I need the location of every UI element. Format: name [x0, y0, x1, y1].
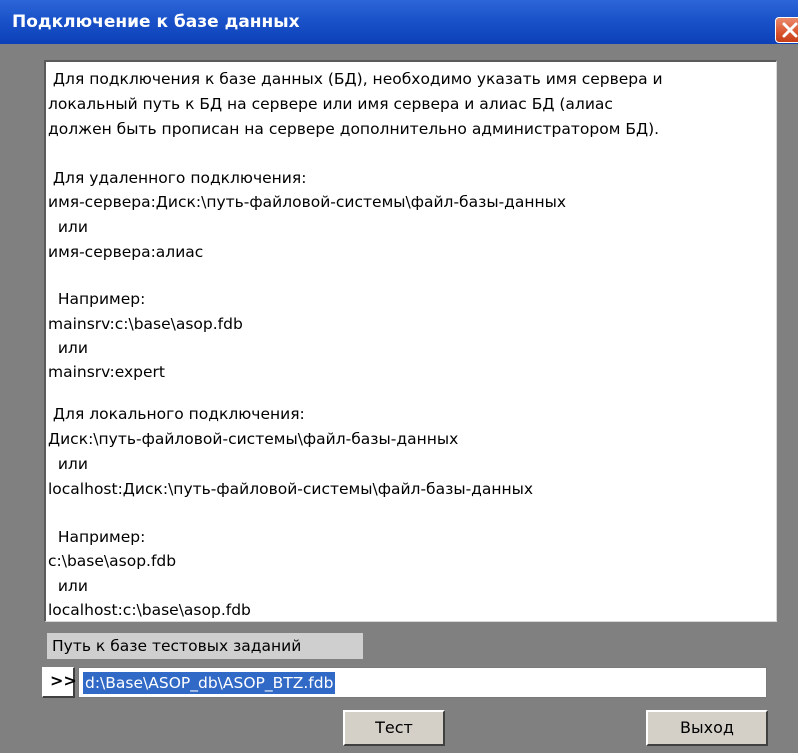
help-line: или — [48, 455, 88, 473]
help-line: mainsrv:c:\base\asop.fdb — [48, 315, 243, 333]
help-line: или — [48, 577, 88, 595]
help-line: Для удаленного подключения: — [48, 169, 307, 187]
help-textbox[interactable]: Для подключения к базе данных (БД), необ… — [44, 60, 777, 622]
help-line: c:\base\asop.fdb — [48, 552, 177, 570]
browse-button[interactable]: >> — [42, 667, 77, 698]
db-connection-dialog: Подключение к базе данных Для подключени… — [0, 0, 798, 753]
db-path-value: d:\Base\ASOP_db\ASOP_BTZ.fdb — [83, 672, 336, 694]
help-line: Например: — [48, 528, 146, 546]
db-path-input[interactable]: d:\Base\ASOP_db\ASOP_BTZ.fdb — [78, 667, 767, 698]
help-line: localhost:c:\base\asop.fdb — [48, 601, 251, 619]
window-title: Подключение к базе данных — [12, 12, 300, 32]
title-bar[interactable]: Подключение к базе данных — [0, 0, 798, 44]
help-line: Например: — [48, 290, 146, 308]
help-line: Для подключения к базе данных (БД), необ… — [48, 70, 663, 88]
help-line: имя-сервера:алиас — [48, 243, 204, 261]
help-line: должен быть прописан на сервере дополнит… — [48, 120, 660, 138]
help-line: Диск:\путь-файловой-системы\файл-базы-да… — [48, 430, 459, 448]
browse-button-label: >> — [50, 671, 77, 690]
help-line: имя-сервера:Диск:\путь-файловой-системы\… — [48, 193, 567, 211]
help-line: или — [48, 218, 88, 236]
help-line: или — [48, 339, 88, 357]
help-line: локальный путь к БД на сервере или имя с… — [48, 95, 613, 113]
help-line: mainsrv:expert — [48, 363, 165, 381]
test-button[interactable]: Тест — [343, 710, 445, 746]
path-label: Путь к базе тестовых заданий — [47, 633, 363, 659]
close-button[interactable] — [775, 17, 798, 43]
help-line: localhost:Диск:\путь-файловой-системы\фа… — [48, 480, 534, 498]
path-label-text: Путь к базе тестовых заданий — [52, 637, 302, 655]
help-line: Для локального подключения: — [48, 405, 305, 423]
exit-button[interactable]: Выход — [646, 710, 768, 746]
